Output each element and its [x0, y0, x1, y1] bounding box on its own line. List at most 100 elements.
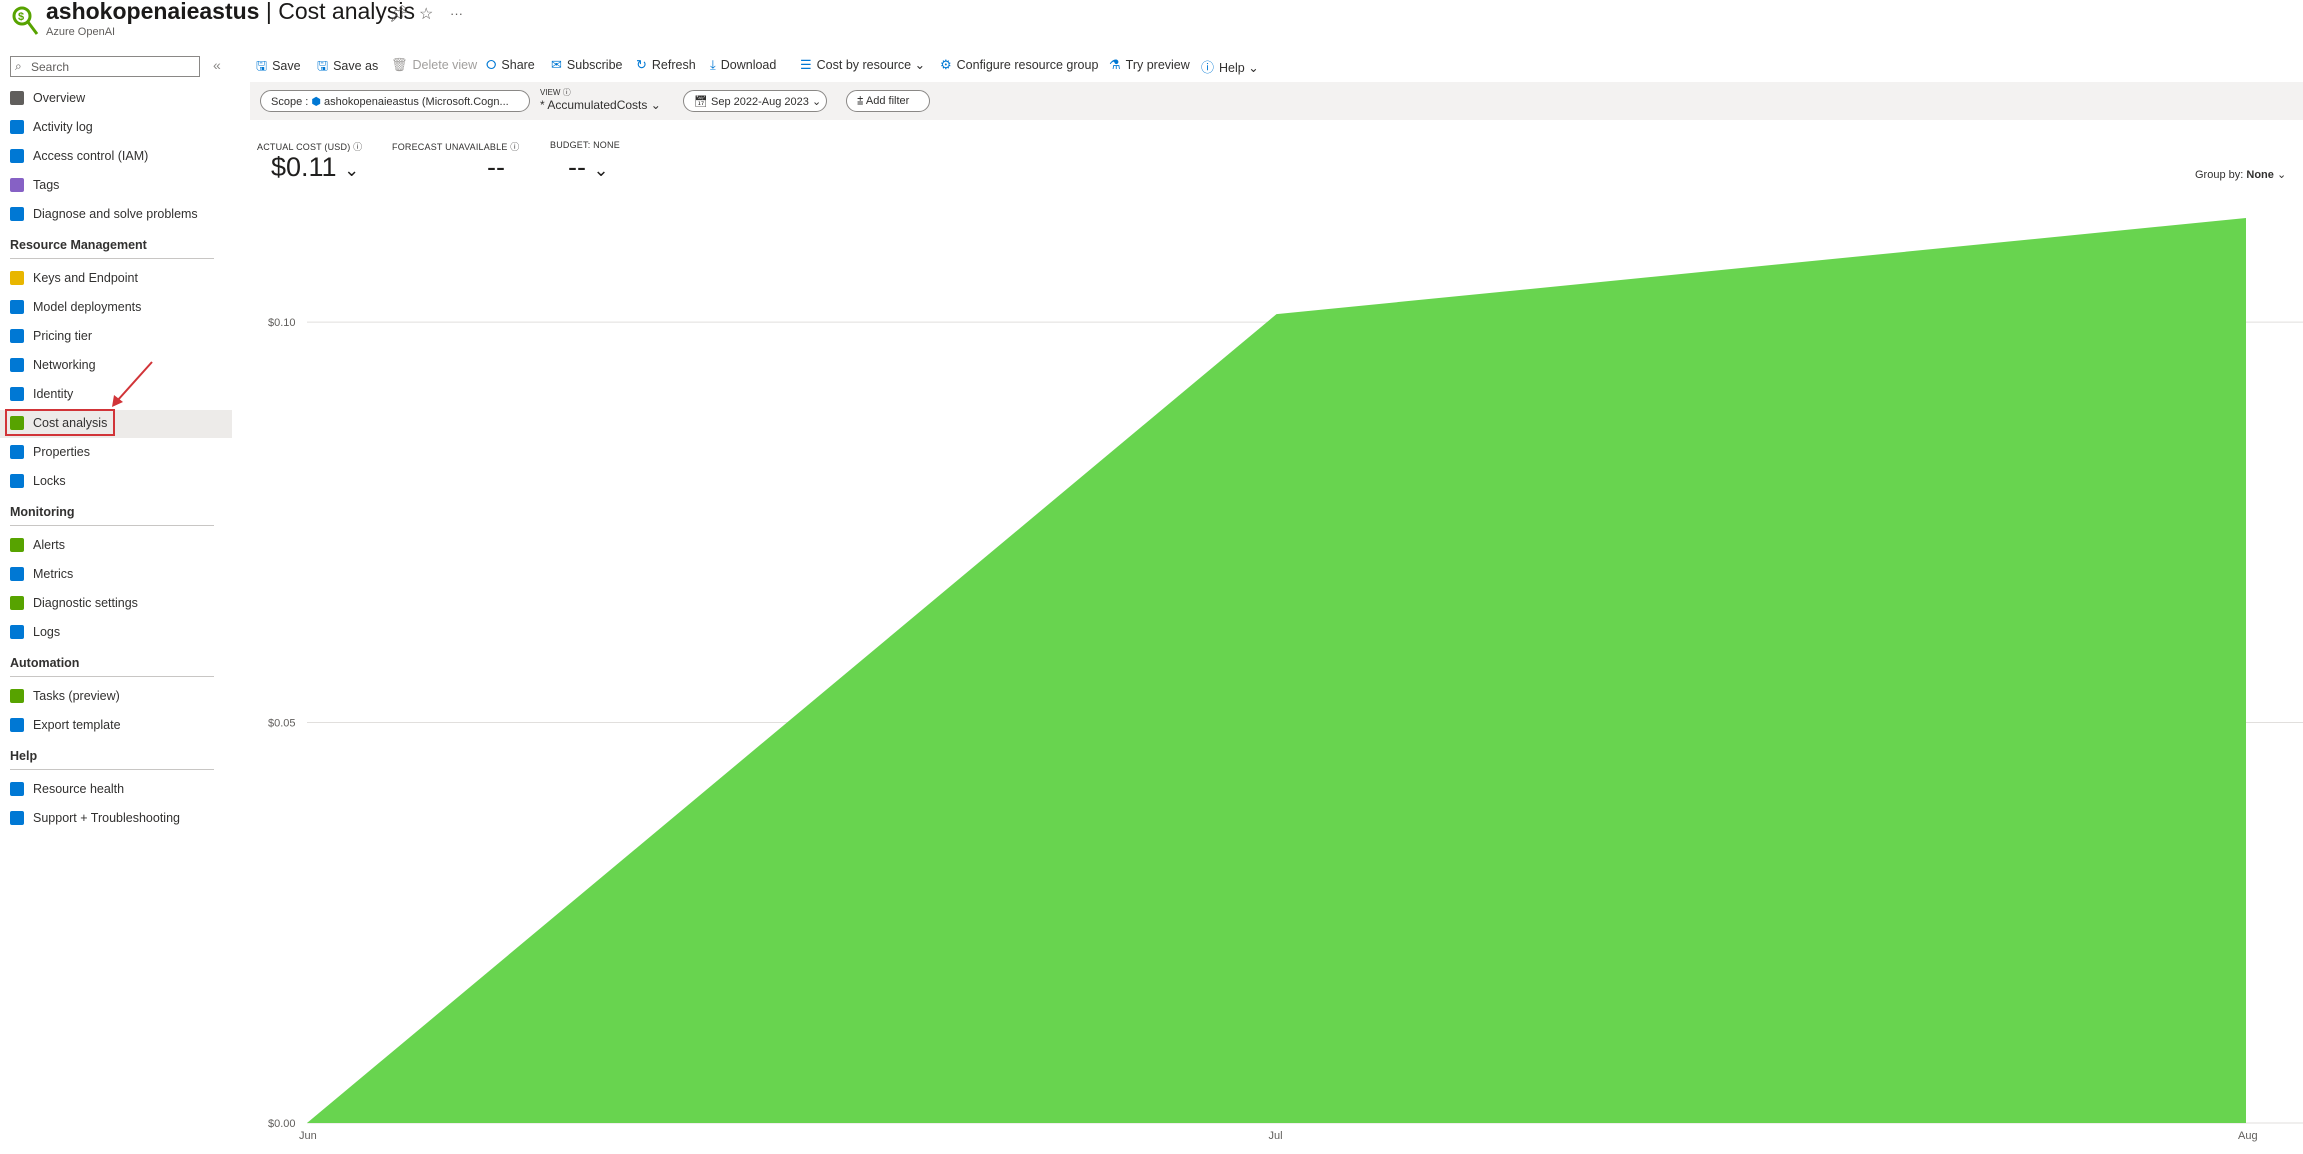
- chevron-down-icon: ⌄: [1248, 61, 1259, 75]
- chevron-down-icon: ⌄: [2276, 169, 2287, 181]
- sidebar-item-support-troubleshooting[interactable]: Support + Troubleshooting: [0, 805, 232, 833]
- tasks-icon: [10, 689, 24, 703]
- resource-name: ashokopenaieastus: [46, 0, 260, 24]
- sidebar-item-label: Metrics: [33, 567, 74, 581]
- forecast-value: --: [487, 152, 505, 182]
- sidebar-item-label: Locks: [33, 474, 66, 488]
- sidebar-item-properties[interactable]: Properties: [0, 439, 232, 467]
- alert-icon: [10, 538, 24, 552]
- sidebar-item-resource-health[interactable]: Resource health: [0, 776, 232, 804]
- logs-icon: [10, 625, 24, 639]
- info-icon: ⓘ: [562, 88, 571, 97]
- search-placeholder: Search: [31, 60, 70, 74]
- identity-icon: [10, 387, 24, 401]
- sidebar-item-keys-and-endpoint[interactable]: Keys and Endpoint: [0, 265, 232, 293]
- sidebar-item-overview[interactable]: Overview: [0, 85, 232, 113]
- cost-by-resource-button[interactable]: ☰ Cost by resource ⌄: [800, 57, 925, 73]
- scope-pill[interactable]: Scope : ⬢ ashokopenaieastus (Microsoft.C…: [260, 90, 530, 112]
- sidebar-item-tags[interactable]: Tags: [0, 172, 232, 200]
- sidebar-item-label: Support + Troubleshooting: [33, 811, 180, 825]
- annotation-arrow: [112, 361, 153, 407]
- help-button[interactable]: ⓘ Help ⌄: [1201, 57, 1259, 76]
- y-tick-label: $0.00: [268, 1118, 296, 1130]
- view-selector[interactable]: * AccumulatedCosts ⌄: [540, 98, 661, 112]
- sidebar-item-label: Export template: [33, 718, 121, 732]
- sidebar-item-label: Tags: [33, 178, 60, 192]
- add-filter-icon: ⩲: [857, 95, 864, 107]
- sidebar-item-locks[interactable]: Locks: [0, 468, 232, 496]
- section-header-automation: Automation: [10, 656, 214, 677]
- refresh-button[interactable]: ↻ Refresh: [636, 57, 696, 73]
- sidebar-item-label: Activity log: [33, 120, 93, 134]
- sidebar-item-label: Networking: [33, 358, 96, 372]
- more-options-icon[interactable]: ···: [450, 6, 463, 21]
- date-range-pill[interactable]: 📅︎ Sep 2022-Aug 2023 ⌄: [683, 90, 827, 112]
- section-header-resource-management: Resource Management: [10, 238, 214, 259]
- sidebar-item-logs[interactable]: Logs: [0, 619, 232, 647]
- delete-view-button[interactable]: 🗑︎ Delete view: [391, 57, 477, 73]
- lock-icon: [10, 474, 24, 488]
- sidebar-item-label: Overview: [33, 91, 86, 105]
- download-button[interactable]: ⤓ Download: [710, 57, 776, 73]
- sidebar-item-metrics[interactable]: Metrics: [0, 561, 232, 589]
- cube-icon: [10, 300, 24, 314]
- scope-value: ashokopenaieastus (Microsoft.Cogn...: [324, 96, 509, 108]
- activity-log-icon: [10, 120, 24, 134]
- sidebar-item-label: Identity: [33, 387, 74, 401]
- chevron-down-icon: ⌄: [811, 96, 822, 108]
- sidebar-item-diagnostic-settings[interactable]: Diagnostic settings: [0, 590, 232, 618]
- cost-chart: $0.00 $0.05 $0.10 Jun Jul Aug: [268, 218, 2303, 1142]
- resource-type: Azure OpenAI: [46, 26, 116, 38]
- area-series[interactable]: [307, 218, 2246, 1123]
- sidebar-item-export-template[interactable]: Export template: [0, 712, 232, 740]
- sidebar-item-pricing-tier[interactable]: Pricing tier: [0, 323, 232, 351]
- save-button[interactable]: 🖫︎ Save: [256, 57, 301, 79]
- svg-text:$: $: [18, 11, 24, 23]
- share-button[interactable]: ⭘ Share: [486, 57, 535, 73]
- subscribe-button[interactable]: ✉ Subscribe: [551, 57, 623, 73]
- page-header: $ ashokopenaieastus | Cost analysis Azur…: [0, 0, 2303, 48]
- metrics-icon: [10, 567, 24, 581]
- try-preview-button[interactable]: ⚗ Try preview: [1109, 57, 1190, 73]
- gear-icon: ⚙: [940, 57, 952, 72]
- resource-health-icon: [10, 782, 24, 796]
- info-icon: ⓘ: [510, 142, 520, 152]
- download-icon: ⤓: [710, 57, 716, 72]
- pin-icon[interactable]: 📌︎: [389, 4, 409, 24]
- sidebar-item-activity-log[interactable]: Activity log: [0, 114, 232, 142]
- budget-value[interactable]: -- ⌄: [568, 152, 609, 183]
- search-input[interactable]: ⌕ Search: [10, 56, 200, 77]
- budget-label: BUDGET: NONE: [550, 140, 620, 150]
- x-tick-label: Jul: [1269, 1130, 1283, 1142]
- sidebar-item-diagnose-and-solve-problems[interactable]: Diagnose and solve problems: [0, 201, 232, 229]
- properties-icon: [10, 445, 24, 459]
- sidebar-item-access-control-iam[interactable]: Access control (IAM): [0, 143, 232, 171]
- title-separator: |: [259, 0, 279, 24]
- star-icon[interactable]: ☆: [419, 4, 433, 24]
- access-control-icon: [10, 149, 24, 163]
- collapse-sidebar-icon[interactable]: «: [213, 57, 221, 73]
- diagnose-icon: [10, 207, 24, 221]
- save-as-icon: 🖫︎: [317, 58, 329, 73]
- overview-icon: [10, 91, 24, 105]
- sidebar-item-alerts[interactable]: Alerts: [0, 532, 232, 560]
- help-icon: ⓘ: [1201, 60, 1215, 75]
- list-icon: ☰: [800, 57, 812, 72]
- x-tick-label: Jun: [299, 1130, 317, 1142]
- sidebar-item-model-deployments[interactable]: Model deployments: [0, 294, 232, 322]
- x-tick-label: Aug: [2238, 1130, 2258, 1142]
- y-tick-label: $0.10: [268, 317, 296, 329]
- group-by-selector[interactable]: Group by: None ⌄: [2195, 168, 2286, 181]
- sidebar-item-tasks-preview[interactable]: Tasks (preview): [0, 683, 232, 711]
- save-as-button[interactable]: 🖫︎ Save as: [317, 57, 378, 79]
- sidebar-item-label: Access control (IAM): [33, 149, 149, 163]
- add-filter-button[interactable]: ⩲ Add filter: [846, 90, 930, 112]
- sidebar-item-label: Logs: [33, 625, 61, 639]
- configure-resource-group-button[interactable]: ⚙ Configure resource group: [940, 57, 1098, 73]
- info-icon: ⓘ: [353, 142, 363, 152]
- actual-cost-value[interactable]: $0.11 ⌄: [271, 152, 359, 183]
- diagnostic-settings-icon: [10, 596, 24, 610]
- key-icon: [10, 271, 24, 285]
- save-icon: 🖫︎: [256, 58, 268, 73]
- calendar-icon: 📅︎: [694, 96, 708, 108]
